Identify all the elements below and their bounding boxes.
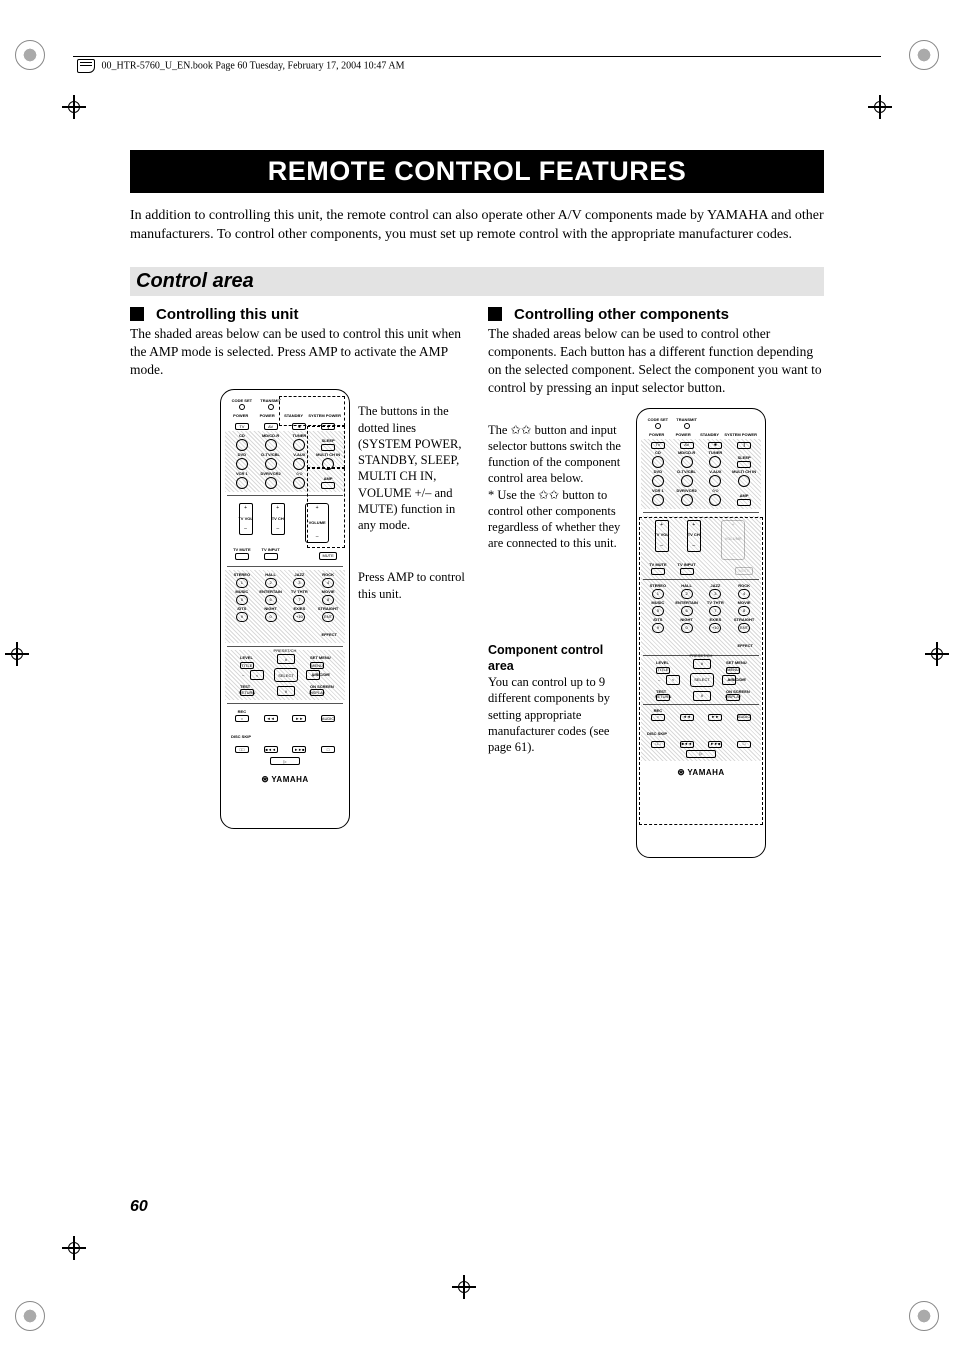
right-annotation-2: Component control area You can control u… <box>488 642 628 756</box>
cross-mark <box>925 642 949 666</box>
yamaha-logo: YAMAHA <box>643 767 759 778</box>
remote-diagram-left: CODE SET TRANSMIT POWER POWER STANDBY SY… <box>220 389 350 829</box>
right-annotation-1: The ✩✩ button and input selector buttons… <box>488 422 628 552</box>
subhead-left: Controlling this unit <box>130 306 468 323</box>
left-body: The shaded areas below can be used to co… <box>130 325 468 380</box>
cross-mark <box>452 1275 476 1299</box>
remote-diagram-right: CODE SET TRANSMIT POWER POWER STANDBY SY… <box>636 408 766 858</box>
intro-paragraph: In addition to controlling this unit, th… <box>130 207 824 245</box>
subhead-right-text: Controlling other components <box>514 306 729 323</box>
registration-mark <box>15 40 45 70</box>
chapter-title: REMOTE CONTROL FEATURES <box>130 150 824 193</box>
subhead-left-text: Controlling this unit <box>156 306 298 323</box>
cross-mark <box>5 642 29 666</box>
right-body: The shaded areas below can be used to co… <box>488 325 824 398</box>
subhead-right: Controlling other components <box>488 306 824 323</box>
left-annotation-1: The buttons in the dotted lines (SYSTEM … <box>358 403 468 553</box>
bullet-square-icon <box>488 307 502 321</box>
bullet-square-icon <box>130 307 144 321</box>
left-annotation-2: Press AMP to control this unit. <box>358 569 468 602</box>
registration-mark <box>909 1301 939 1331</box>
yamaha-logo: YAMAHA <box>227 774 343 785</box>
page-number: 60 <box>130 1198 148 1216</box>
cross-mark <box>62 1236 86 1260</box>
registration-mark <box>15 1301 45 1331</box>
cross-mark <box>62 95 86 119</box>
registration-mark <box>909 40 939 70</box>
header-note: 00_HTR-5760_U_EN.book Page 60 Tuesday, F… <box>73 56 881 75</box>
section-heading: Control area <box>130 267 824 296</box>
cross-mark <box>868 95 892 119</box>
